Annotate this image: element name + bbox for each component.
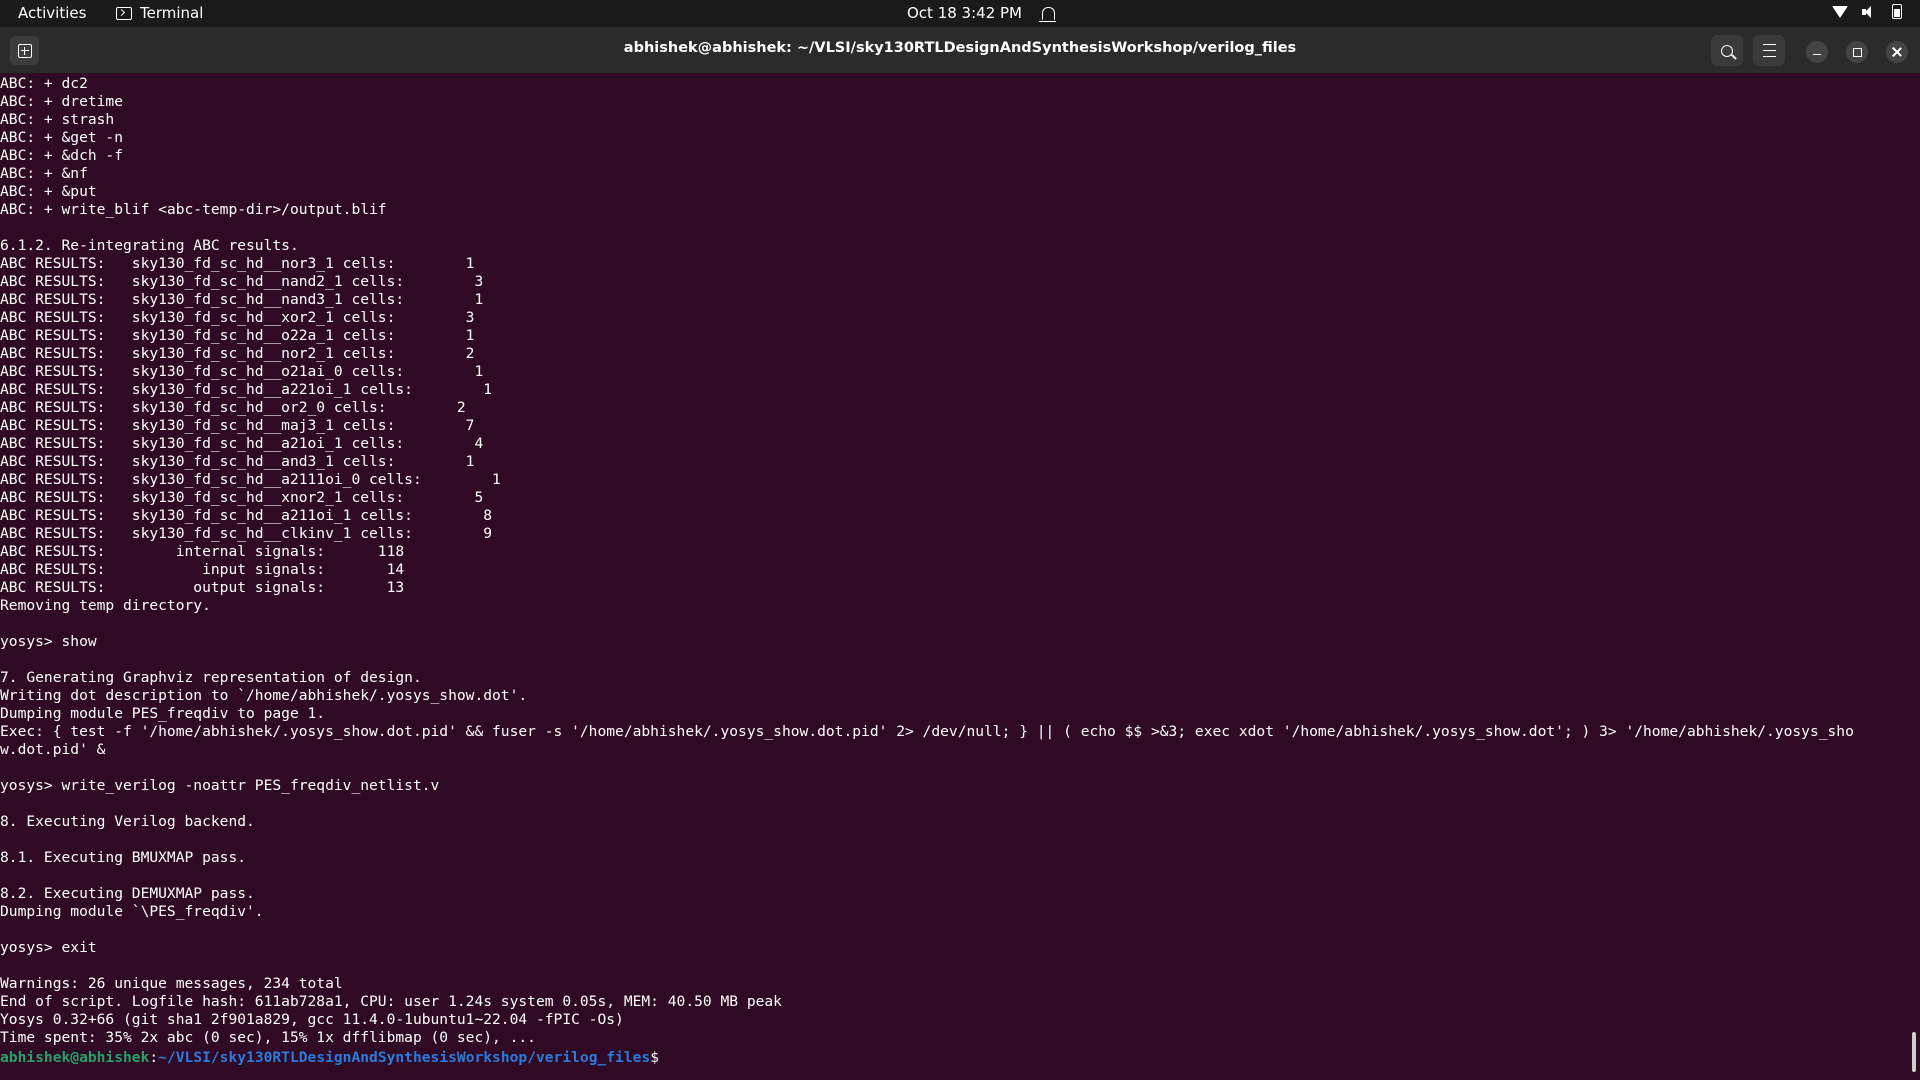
close-button[interactable] bbox=[1886, 41, 1908, 63]
date-time: Oct 18 3:42 PM bbox=[907, 4, 1022, 22]
terminal-line: ABC RESULTS: sky130_fd_sc_hd__xnor2_1 ce… bbox=[0, 489, 484, 506]
terminal-line: End of script. Logfile hash: 611ab728a1,… bbox=[0, 993, 782, 1010]
terminal-line: ABC: + dc2 bbox=[0, 75, 88, 92]
terminal-line: ABC RESULTS: sky130_fd_sc_hd__nand2_1 ce… bbox=[0, 273, 484, 290]
wifi-icon bbox=[1832, 5, 1848, 18]
app-menu[interactable]: Terminal bbox=[116, 4, 203, 23]
terminal-line: ABC RESULTS: sky130_fd_sc_hd__o22a_1 cel… bbox=[0, 327, 475, 344]
terminal-output[interactable]: ABC: + dc2 ABC: + dretime ABC: + strash … bbox=[0, 73, 1905, 1080]
shell-prompt-line[interactable]: abhishek@abhishek:~/VLSI/sky130RTLDesign… bbox=[0, 1047, 1905, 1067]
terminal-line: Writing dot description to `/home/abhish… bbox=[0, 687, 528, 704]
terminal-line: ABC RESULTS: internal signals: 118 bbox=[0, 543, 405, 560]
terminal-line: w.dot.pid' & bbox=[0, 741, 106, 758]
terminal-line: ABC RESULTS: sky130_fd_sc_hd__clkinv_1 c… bbox=[0, 525, 493, 542]
terminal-line: ABC RESULTS: sky130_fd_sc_hd__a21oi_1 ce… bbox=[0, 435, 484, 452]
volume-icon bbox=[1862, 5, 1878, 19]
terminal-line: 8.2. Executing DEMUXMAP pass. bbox=[0, 885, 255, 902]
activities-button[interactable]: Activities bbox=[18, 4, 86, 23]
terminal-line: ABC RESULTS: sky130_fd_sc_hd__o21ai_0 ce… bbox=[0, 363, 484, 380]
terminal-line: ABC RESULTS: sky130_fd_sc_hd__and3_1 cel… bbox=[0, 453, 475, 470]
terminal-line: yosys> write_verilog -noattr PES_freqdiv… bbox=[0, 777, 440, 794]
terminal-line: ABC: + write_blif <abc-temp-dir>/output.… bbox=[0, 201, 387, 218]
minimize-icon bbox=[1813, 53, 1821, 56]
terminal-line: ABC: + strash bbox=[0, 111, 115, 128]
terminal-line: ABC RESULTS: sky130_fd_sc_hd__a221oi_1 c… bbox=[0, 381, 493, 398]
terminal-line: ABC RESULTS: output signals: 13 bbox=[0, 579, 405, 596]
terminal-line: ABC: + &dch -f bbox=[0, 147, 124, 164]
terminal-line: Time spent: 35% 2x abc (0 sec), 15% 1x d… bbox=[0, 1029, 536, 1046]
menu-button[interactable] bbox=[1753, 35, 1785, 66]
terminal-line: Exec: { test -f '/home/abhishek/.yosys_s… bbox=[0, 723, 1854, 740]
terminal-lines: ABC: + dc2 ABC: + dretime ABC: + strash … bbox=[0, 73, 1905, 1047]
terminal-line: ABC RESULTS: sky130_fd_sc_hd__maj3_1 cel… bbox=[0, 417, 475, 434]
terminal-line: yosys> exit bbox=[0, 939, 97, 956]
terminal-line: ABC: + dretime bbox=[0, 93, 124, 110]
terminal-icon bbox=[116, 7, 132, 20]
search-icon bbox=[1721, 44, 1733, 57]
clock[interactable]: Oct 18 3:42 PM bbox=[907, 4, 1056, 23]
terminal-line: ABC RESULTS: sky130_fd_sc_hd__or2_0 cell… bbox=[0, 399, 466, 416]
terminal-line: yosys> show bbox=[0, 633, 97, 650]
terminal-line: ABC RESULTS: sky130_fd_sc_hd__a211oi_1 c… bbox=[0, 507, 493, 524]
terminal-line: 6.1.2. Re-integrating ABC results. bbox=[0, 237, 299, 254]
window-title: abhishek@abhishek: ~/VLSI/sky130RTLDesig… bbox=[623, 40, 1297, 56]
terminal-line: Warnings: 26 unique messages, 234 total bbox=[0, 975, 343, 992]
close-icon bbox=[1892, 47, 1902, 57]
battery-icon bbox=[1892, 4, 1902, 19]
minimize-button[interactable] bbox=[1806, 41, 1828, 63]
terminal-line: 8. Executing Verilog backend. bbox=[0, 813, 255, 830]
terminal-line: ABC RESULTS: input signals: 14 bbox=[0, 561, 405, 578]
terminal-line: Removing temp directory. bbox=[0, 597, 211, 614]
prompt-separator: : bbox=[149, 1049, 159, 1066]
terminal-line: ABC: + &get -n bbox=[0, 129, 124, 146]
app-name: Terminal bbox=[140, 4, 204, 22]
prompt-path: ~/VLSI/sky130RTLDesignAndSynthesisWorksh… bbox=[158, 1049, 651, 1066]
terminal-line: Dumping module PES_freqdiv to page 1. bbox=[0, 705, 326, 722]
terminal-line: 7. Generating Graphviz representation of… bbox=[0, 669, 422, 686]
maximize-button[interactable] bbox=[1846, 41, 1868, 63]
terminal-scrollbar[interactable] bbox=[1912, 1032, 1916, 1072]
prompt-symbol: $ bbox=[650, 1049, 659, 1066]
terminal-line: ABC RESULTS: sky130_fd_sc_hd__a2111oi_0 … bbox=[0, 471, 501, 488]
search-button[interactable] bbox=[1711, 35, 1743, 66]
top-bar: Activities Terminal Oct 18 3:42 PM bbox=[0, 0, 1920, 27]
terminal-line: Yosys 0.32+66 (git sha1 2f901a829, gcc 1… bbox=[0, 1011, 624, 1028]
terminal-line: ABC: + &nf bbox=[0, 165, 88, 182]
terminal-line: ABC RESULTS: sky130_fd_sc_hd__nand3_1 ce… bbox=[0, 291, 484, 308]
prompt-user-host: abhishek@abhishek bbox=[0, 1049, 150, 1066]
window-titlebar[interactable]: abhishek@abhishek: ~/VLSI/sky130RTLDesig… bbox=[0, 27, 1920, 73]
terminal-line: 8.1. Executing BMUXMAP pass. bbox=[0, 849, 247, 866]
terminal-line: ABC RESULTS: sky130_fd_sc_hd__xor2_1 cel… bbox=[0, 309, 475, 326]
terminal-line: ABC: + &put bbox=[0, 183, 97, 200]
system-tray[interactable] bbox=[1832, 4, 1902, 19]
terminal-line: Dumping module `\PES_freqdiv'. bbox=[0, 903, 264, 920]
terminal-line: ABC RESULTS: sky130_fd_sc_hd__nor2_1 cel… bbox=[0, 345, 475, 362]
hamburger-menu-icon bbox=[1762, 44, 1776, 57]
terminal-line: ABC RESULTS: sky130_fd_sc_hd__nor3_1 cel… bbox=[0, 255, 475, 272]
maximize-icon bbox=[1852, 47, 1862, 57]
bell-icon bbox=[1039, 7, 1056, 22]
